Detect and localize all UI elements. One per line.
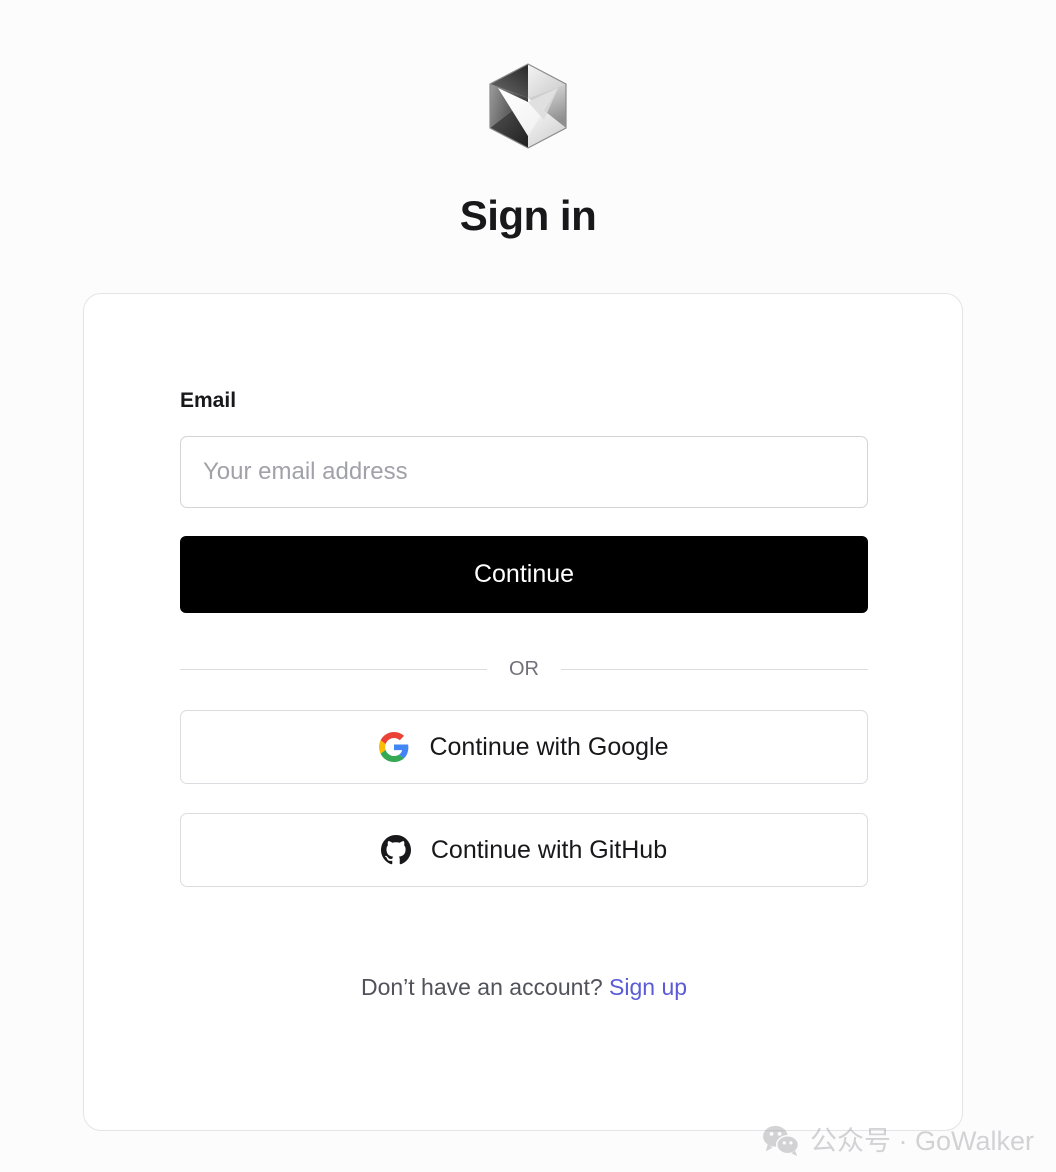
page-title: Sign in xyxy=(459,192,597,239)
continue-with-github-button[interactable]: Continue with GitHub xyxy=(180,813,868,887)
watermark: 公众号 · GoWalker xyxy=(762,1124,1034,1158)
divider-label: OR xyxy=(509,658,539,680)
divider-rule-right xyxy=(561,668,868,670)
email-input[interactable] xyxy=(180,436,868,508)
sign-up-link[interactable]: Sign up xyxy=(609,974,687,1000)
signup-prompt-text: Don’t have an account? xyxy=(360,974,603,1000)
google-button-label: Continue with Google xyxy=(429,732,669,761)
cube-logo-icon xyxy=(489,63,567,149)
or-divider: OR xyxy=(180,658,868,680)
card-content: Email Continue OR Continue wi xyxy=(180,294,868,1001)
wechat-icon xyxy=(763,1125,800,1157)
watermark-text: 公众号 · GoWalker xyxy=(809,1126,1034,1156)
signup-prompt: Don’t have an account? Sign up xyxy=(180,973,868,1001)
continue-with-google-button[interactable]: Continue with Google xyxy=(180,710,868,784)
sign-in-card: Email Continue OR Continue wi xyxy=(83,293,963,1131)
github-icon xyxy=(380,835,411,865)
divider-rule-left xyxy=(180,668,487,670)
continue-button[interactable]: Continue xyxy=(180,536,868,613)
github-button-label: Continue with GitHub xyxy=(430,835,668,864)
email-label: Email xyxy=(180,389,237,412)
logo-container xyxy=(0,58,1056,154)
sign-in-page: Sign in Email Continue OR xyxy=(0,0,1056,1172)
google-icon xyxy=(379,732,409,762)
